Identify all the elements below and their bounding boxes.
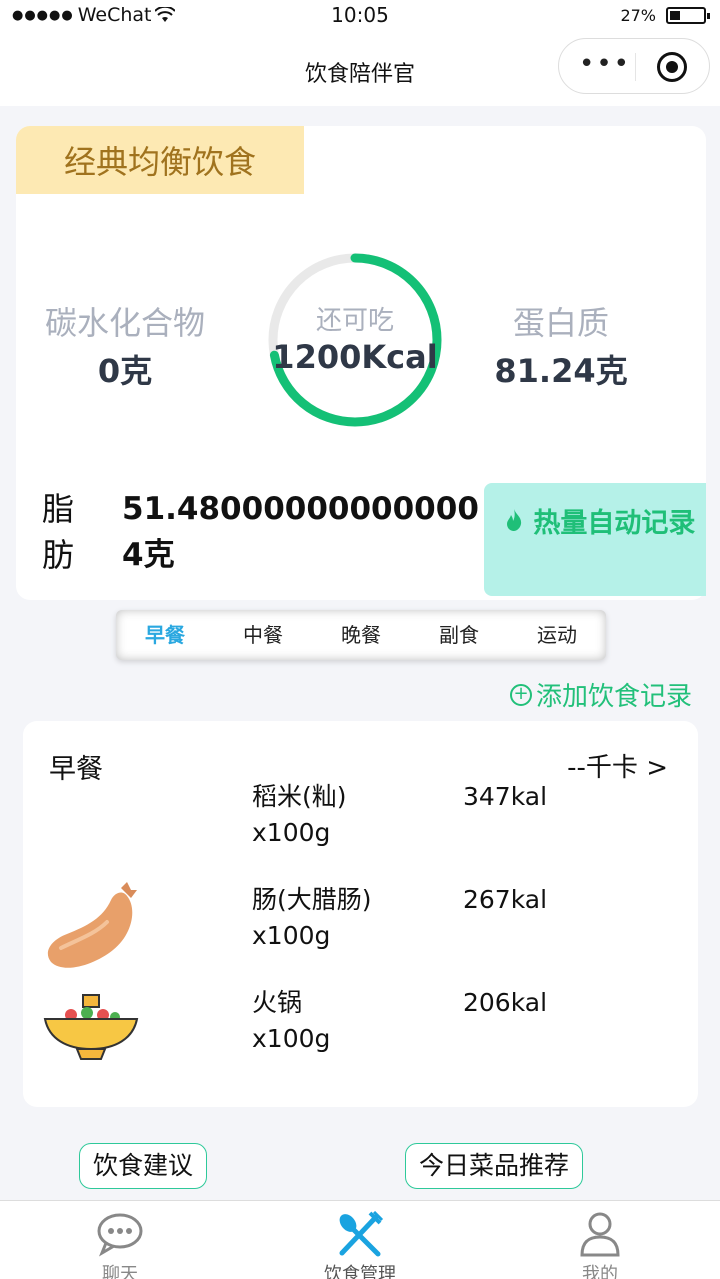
bottom-tab-bar: 聊天 饮食管理 我的 [0, 1200, 720, 1279]
tab-snack[interactable]: 副食 [410, 610, 508, 660]
clock: 10:05 [331, 3, 389, 27]
add-circle-icon: + [510, 683, 532, 706]
protein-stat: 蛋白质 81.24克 [476, 298, 646, 392]
fat-value: 51.480000000000004克 [122, 491, 479, 573]
remaining-label: 还可吃 [315, 306, 394, 336]
carbs-value: 0克 [97, 352, 153, 390]
food-name: 火锅 [252, 988, 303, 1017]
battery-icon [666, 7, 710, 24]
tab-breakfast[interactable]: 早餐 [116, 610, 214, 660]
diet-advice-button[interactable]: 饮食建议 [79, 1143, 208, 1189]
chat-icon [97, 1213, 143, 1257]
food-name: 肠(大腊肠) [252, 885, 372, 914]
food-amount: x100g [252, 818, 331, 847]
tab-lunch[interactable]: 中餐 [214, 610, 312, 660]
capsule-divider [635, 53, 636, 81]
auto-calorie-record-button[interactable]: 热量自动记录 [484, 483, 706, 596]
more-icon[interactable]: ••• [579, 49, 631, 79]
food-item[interactable]: 火锅 x100g 206kal [23, 985, 698, 1075]
meal-tabs: 早餐 中餐 晚餐 副食 运动 [116, 610, 606, 660]
add-record-label: 添加饮食记录 [536, 682, 693, 712]
mini-program-capsule: ••• [558, 38, 710, 94]
carbs-label: 碳水化合物 [44, 304, 205, 342]
user-icon [580, 1212, 620, 1257]
tabbar-label: 聊天 [102, 1264, 138, 1279]
protein-label: 蛋白质 [512, 304, 609, 342]
tabbar-item-diet[interactable]: 饮食管理 [240, 1201, 480, 1279]
add-diet-record-link[interactable]: + 添加饮食记录 [510, 676, 692, 713]
remaining-value: 1200Kcal [272, 338, 438, 376]
tab-exercise[interactable]: 运动 [508, 610, 606, 660]
hotpot-icon [41, 993, 141, 1093]
food-kcal: 347kal [463, 782, 548, 811]
battery-info: 27% [620, 6, 710, 25]
food-amount: x100g [252, 1024, 331, 1053]
calorie-ring: 还可吃 1200Kcal [265, 250, 445, 430]
meal-record-card: 早餐 --千卡 > 稻米(籼) x100g 347kal 肠(大腊肠) x100… [23, 721, 698, 1107]
status-bar: ●●●●● WeChat 10:05 27% [0, 0, 720, 32]
food-item[interactable]: 稻米(籼) x100g 347kal [23, 779, 698, 869]
sausage-icon [41, 878, 141, 978]
food-kcal: 206kal [463, 988, 548, 1017]
tab-dinner[interactable]: 晚餐 [312, 610, 410, 660]
nutrition-summary-card: 经典均衡饮食 碳水化合物 0克 还可吃 1200Kcal 蛋白质 81.24克 … [16, 126, 706, 600]
tabbar-item-chat[interactable]: 聊天 [0, 1201, 240, 1279]
food-item[interactable]: 肠(大腊肠) x100g 267kal [23, 882, 698, 972]
fat-label: 脂肪 [42, 490, 75, 574]
fork-spoon-icon [339, 1211, 384, 1257]
tabbar-item-profile[interactable]: 我的 [480, 1201, 720, 1279]
nav-bar: 饮食陪伴官 ••• [0, 32, 720, 106]
battery-percent: 27% [620, 6, 656, 25]
daily-recommend-button[interactable]: 今日菜品推荐 [405, 1143, 584, 1189]
tabbar-label: 饮食管理 [324, 1264, 396, 1279]
auto-record-label: 热量自动记录 [533, 508, 696, 539]
protein-value: 81.24克 [494, 352, 628, 390]
close-target-icon[interactable] [657, 52, 687, 82]
food-kcal: 267kal [463, 885, 548, 914]
carbs-stat: 碳水化合物 0克 [40, 298, 210, 392]
food-name: 稻米(籼) [252, 782, 347, 811]
food-amount: x100g [252, 921, 331, 950]
diet-type-tag[interactable]: 经典均衡饮食 [16, 126, 304, 194]
flame-icon [504, 508, 533, 539]
tabbar-label: 我的 [582, 1264, 618, 1279]
